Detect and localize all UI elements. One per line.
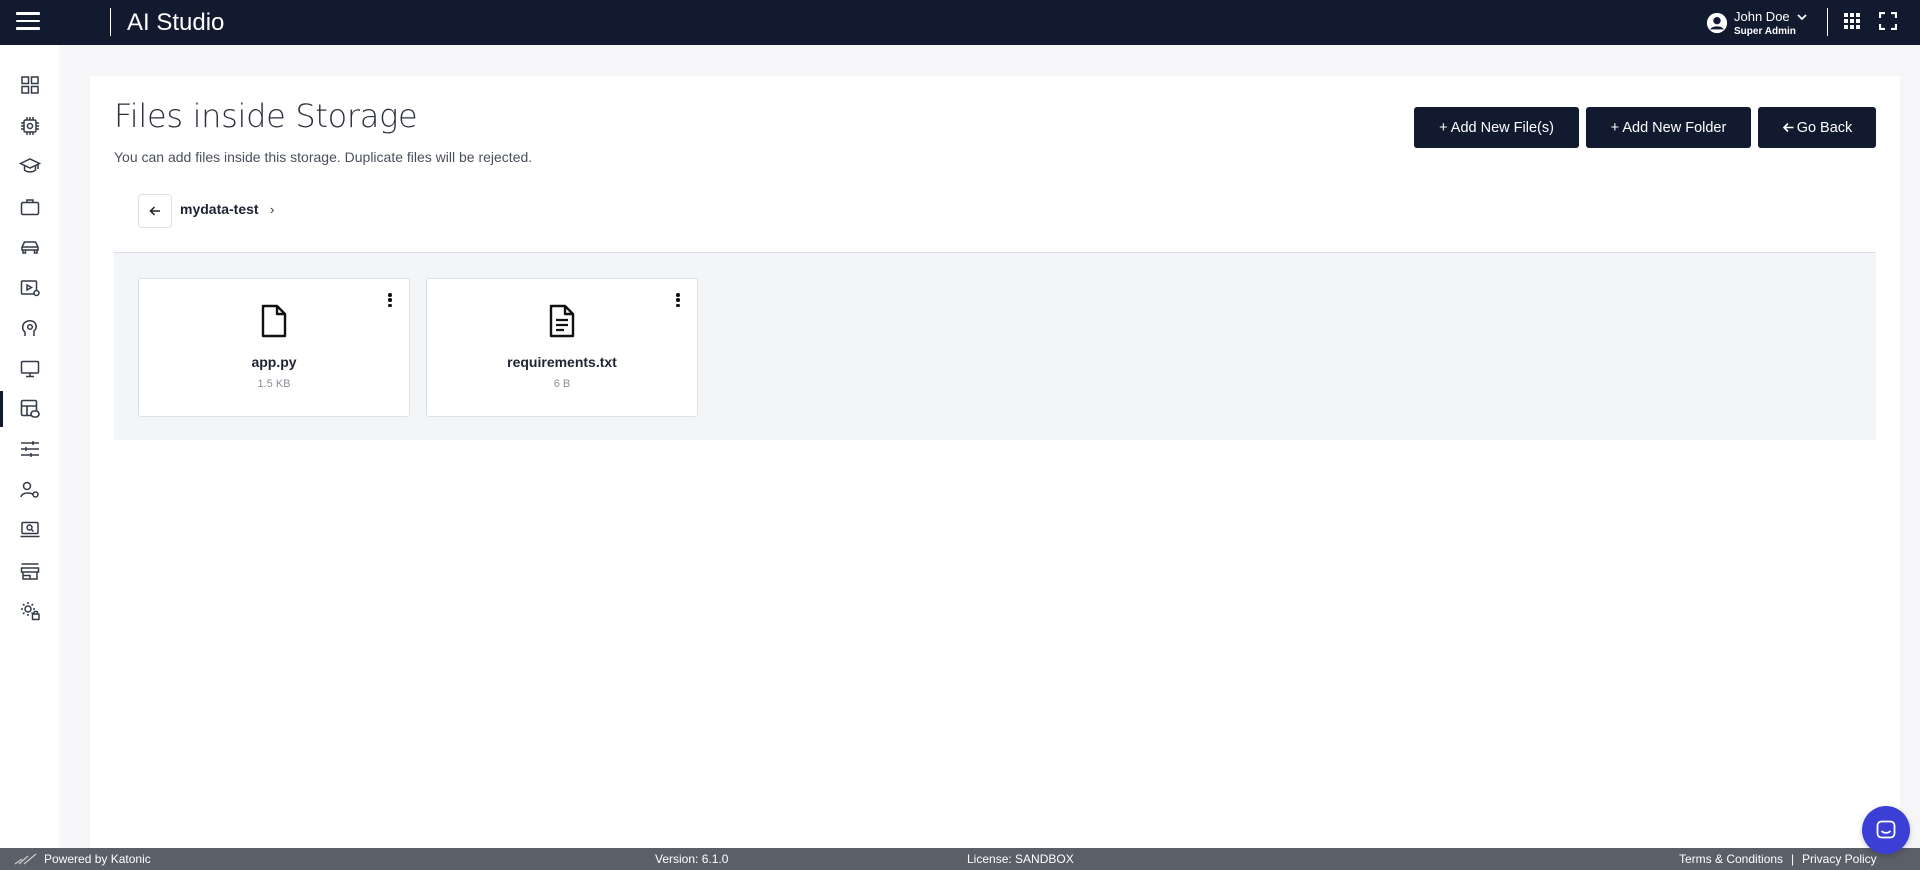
car-icon	[20, 241, 39, 254]
files-grid: app.py 1.5 KB requirements.txt 6 B	[114, 252, 1876, 440]
user-role: Super Admin	[1734, 26, 1796, 37]
sidebar-item-ai[interactable]	[0, 308, 59, 348]
file-card-app-py[interactable]: app.py 1.5 KB	[138, 278, 410, 417]
user-settings-icon	[19, 481, 39, 498]
storage-link-icon	[20, 399, 40, 418]
monitor-icon	[20, 360, 39, 378]
sidebar-item-settings[interactable]	[0, 429, 59, 469]
breadcrumb-separator: ›	[270, 202, 275, 217]
user-menu[interactable]: John Doe Super Admin	[1706, 8, 1808, 38]
sidebar-item-vehicle[interactable]	[0, 227, 59, 267]
breadcrumb-back-button[interactable]	[138, 194, 172, 228]
file-size: 1.5 KB	[257, 378, 291, 390]
store-icon	[20, 563, 39, 580]
footer: Powered by Katonic Version: 6.1.0 Licens…	[0, 848, 1920, 870]
fullscreen-icon[interactable]	[1879, 12, 1897, 30]
more-options-icon[interactable]	[671, 291, 685, 309]
user-avatar-icon	[1706, 12, 1728, 34]
file-card-requirements-txt[interactable]: requirements.txt 6 B	[426, 278, 698, 417]
add-new-files-button[interactable]: + Add New File(s)	[1414, 107, 1579, 148]
file-text-icon	[549, 304, 575, 338]
more-options-icon[interactable]	[383, 291, 397, 309]
sliders-icon	[20, 441, 39, 457]
topbar-divider	[1827, 8, 1828, 36]
version-label: Version: 6.1.0	[655, 852, 729, 866]
page-title: Files inside Storage	[114, 97, 418, 135]
sidebar-item-learning[interactable]	[0, 146, 59, 186]
video-settings-icon	[20, 280, 40, 297]
brain-icon	[21, 320, 37, 336]
sidebar-item-admin[interactable]	[0, 591, 59, 631]
chat-icon	[1876, 820, 1896, 839]
file-size: 6 B	[553, 378, 571, 390]
graduation-cap-icon	[18, 158, 41, 173]
add-new-folder-button[interactable]: + Add New Folder	[1586, 107, 1751, 148]
katonic-logo-icon	[14, 853, 37, 865]
content-card: Files inside Storage You can add files i…	[90, 76, 1900, 848]
powered-by: Powered by Katonic	[44, 852, 151, 866]
chevron-down-icon	[1797, 13, 1807, 20]
go-back-button[interactable]: Go Back	[1758, 107, 1876, 148]
dashboard-icon	[20, 76, 39, 94]
sidebar-item-storage[interactable]	[0, 389, 59, 429]
privacy-link[interactable]: Privacy Policy	[1802, 852, 1877, 866]
admin-settings-icon	[20, 602, 40, 621]
sidebar-item-store[interactable]	[0, 551, 59, 591]
sidebar-item-user-management[interactable]	[0, 470, 59, 510]
go-back-label: Go Back	[1796, 119, 1853, 136]
sidebar-item-chip[interactable]	[0, 106, 59, 146]
topbar-divider	[110, 8, 111, 36]
terms-link[interactable]: Terms & Conditions	[1679, 852, 1783, 866]
file-name: app.py	[251, 354, 297, 370]
app-title: AI Studio	[127, 9, 225, 36]
chip-icon	[20, 117, 39, 135]
file-icon	[261, 304, 287, 338]
file-name: requirements.txt	[507, 354, 617, 370]
license-label: License: SANDBOX	[967, 852, 1074, 866]
footer-divider: |	[1791, 852, 1795, 866]
apps-grid-icon[interactable]	[1843, 12, 1861, 30]
arrow-left-icon	[149, 206, 160, 216]
hamburger-menu-icon[interactable]	[16, 12, 40, 32]
laptop-search-icon	[20, 521, 39, 538]
sidebar-item-video[interactable]	[0, 268, 59, 308]
chat-launcher-button[interactable]	[1862, 806, 1910, 854]
breadcrumb-current[interactable]: mydata-test	[180, 201, 259, 217]
user-name: John Doe	[1734, 9, 1790, 24]
sidebar	[0, 45, 59, 848]
briefcase-icon	[20, 199, 39, 216]
sidebar-item-dashboard[interactable]	[0, 65, 59, 105]
sidebar-item-projects[interactable]	[0, 187, 59, 227]
page-subtitle: You can add files inside this storage. D…	[114, 149, 533, 165]
sidebar-item-monitor[interactable]	[0, 349, 59, 389]
sidebar-item-search[interactable]	[0, 510, 59, 550]
arrow-left-icon	[1782, 122, 1794, 133]
top-bar: AI Studio John Doe Super Admin	[0, 0, 1920, 45]
